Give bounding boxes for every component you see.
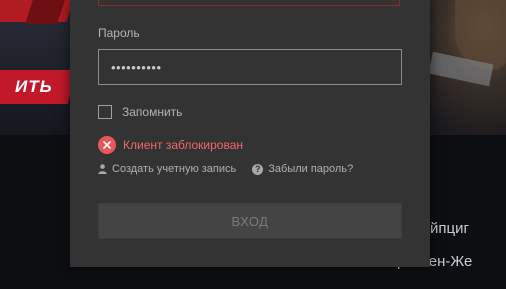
background-cta-banner-text: ИТЬ <box>15 77 53 96</box>
auth-links: Создать учетную запись ? Забыли пароль? <box>98 163 353 175</box>
login-field-bottom-edge[interactable] <box>98 0 400 6</box>
forgot-password-link[interactable]: ? Забыли пароль? <box>252 163 353 175</box>
forgot-password-label[interactable]: Забыли пароль? <box>268 163 353 175</box>
error-text: Клиент заблокирован <box>123 138 243 152</box>
user-icon <box>98 164 107 174</box>
create-account-label[interactable]: Создать учетную запись <box>112 163 236 175</box>
screen: ИТЬ йпциг ри Сен-Же Пароль •••••••••• За… <box>0 0 506 289</box>
create-account-link[interactable]: Создать учетную запись <box>98 163 236 175</box>
login-modal: Пароль •••••••••• Запомнить Клиент забло… <box>70 0 430 267</box>
close-circle-icon <box>98 136 116 154</box>
remember-me-row[interactable]: Запомнить <box>98 105 182 119</box>
error-message: Клиент заблокирован <box>98 136 243 154</box>
password-label: Пароль <box>98 26 140 40</box>
question-circle-icon: ? <box>252 163 264 175</box>
background-team-name-1: йпциг <box>430 220 469 237</box>
login-button[interactable]: ВХОД <box>98 203 402 239</box>
remember-me-checkbox[interactable] <box>98 105 112 119</box>
background-cta-banner: ИТЬ <box>0 70 77 104</box>
password-field[interactable]: •••••••••• <box>98 49 402 85</box>
remember-me-label[interactable]: Запомнить <box>122 105 182 119</box>
